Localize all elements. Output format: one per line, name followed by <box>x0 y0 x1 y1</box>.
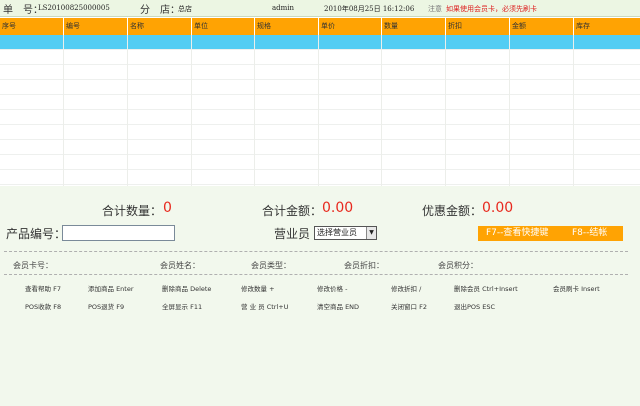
divider <box>4 251 628 252</box>
column-divider <box>127 35 128 200</box>
total-amount-value: 0.00 <box>322 200 354 216</box>
order-no-label: 单 号： <box>3 5 43 16</box>
table-row[interactable] <box>0 50 640 65</box>
column-divider <box>318 35 319 200</box>
hotkey-delete-member: 删除会员 Ctrl+Insert <box>454 285 518 293</box>
hotkey-fullscreen: 全屏显示 F11 <box>162 303 203 311</box>
hotkey-add-product: 添加商品 Enter <box>88 285 134 293</box>
discount-amount-label: 优惠金额： <box>422 204 483 218</box>
table-header: 序号 编号 名称 单位 规格 单价 数量 折扣 金额 库存 <box>0 18 640 35</box>
table-row[interactable] <box>0 80 640 95</box>
clerk-label: 营业员 <box>274 227 311 241</box>
column-divider <box>254 35 255 200</box>
order-no-value: LS20100825000005 <box>38 4 110 12</box>
total-amount-label: 合计金额： <box>262 204 323 218</box>
table-row[interactable] <box>0 95 640 110</box>
table-row[interactable] <box>0 140 640 155</box>
col-header-name: 名称 <box>128 18 192 35</box>
product-code-label: 产品编号： <box>6 227 67 241</box>
clerk-select-value: 选择营业员 <box>317 228 357 237</box>
table-row[interactable] <box>0 35 640 50</box>
col-header-stock: 库存 <box>576 22 590 30</box>
member-name-label: 会员姓名： <box>160 261 200 270</box>
col-header-price: 单价 <box>319 18 382 35</box>
hotkey-help: 查看帮助 F7 <box>25 285 61 293</box>
member-card-label: 会员卡号： <box>13 261 53 270</box>
hotkey-delete-product: 删除商品 Delete <box>162 285 212 293</box>
shortcut-checkout-button[interactable]: F7--查看快捷键 F8--结帐 <box>478 226 623 241</box>
col-header-qty: 数量 <box>382 18 446 35</box>
table-row[interactable] <box>0 170 640 185</box>
column-divider <box>509 35 510 200</box>
hotkey-clear-products: 清空商品 END <box>317 303 360 311</box>
hotkey-member-swipe: 会员刷卡 Insert <box>553 285 600 293</box>
note-label: 注意 <box>428 5 442 13</box>
col-header-unit: 单位 <box>192 18 255 35</box>
total-qty-label: 合计数量： <box>102 204 163 218</box>
discount-amount-value: 0.00 <box>482 200 514 216</box>
col-header-spec: 规格 <box>255 18 319 35</box>
chevron-down-icon[interactable]: ▼ <box>366 227 376 239</box>
datetime: 2010年08月25日 16:12:06 <box>324 5 415 13</box>
column-divider <box>191 35 192 200</box>
member-card-warning: 如果使用会员卡，必须先刷卡 <box>446 5 537 13</box>
member-discount-label: 会员折扣： <box>344 261 384 270</box>
clerk-select[interactable]: 选择营业员 ▼ <box>314 226 377 240</box>
member-type-label: 会员类型： <box>251 261 291 270</box>
column-divider <box>63 35 64 200</box>
table-row[interactable] <box>0 155 640 170</box>
col-header-amount: 金额 <box>510 18 574 35</box>
hotkey-exit-pos: 退出POS ESC <box>454 303 496 311</box>
col-header-code: 编号 <box>64 18 128 35</box>
column-divider <box>445 35 446 200</box>
hotkey-edit-qty: 修改数量 + <box>241 285 275 293</box>
branch-label: 分 店： <box>140 5 180 16</box>
table-row[interactable] <box>0 125 640 140</box>
table-row[interactable] <box>0 65 640 80</box>
hotkey-close-window: 关闭窗口 F2 <box>391 303 427 311</box>
user-name: admin <box>272 4 295 12</box>
member-points-label: 会员积分： <box>438 261 478 270</box>
hotkey-edit-price: 修改价格 - <box>317 285 348 293</box>
total-qty-value: 0 <box>163 200 172 216</box>
branch-value: 总店 <box>178 5 192 13</box>
order-info-bar: 单 号： LS20100825000005 分 店： 总店 admin 2010… <box>0 0 640 17</box>
column-divider <box>573 35 574 200</box>
checkout-panel <box>0 186 640 406</box>
hotkey-pos-checkout: POS收款 F8 <box>25 303 62 311</box>
column-divider <box>381 35 382 200</box>
hotkey-pos-return: POS退货 F9 <box>88 303 125 311</box>
view-shortcuts-label[interactable]: F7--查看快捷键 <box>486 226 548 241</box>
col-header-discount: 折扣 <box>446 18 510 35</box>
product-code-input[interactable] <box>62 225 175 241</box>
hotkey-clerk: 营 业 员 Ctrl+U <box>241 303 289 311</box>
table-row[interactable] <box>0 110 640 125</box>
hotkey-edit-discount: 修改折扣 / <box>391 285 422 293</box>
divider <box>4 274 628 275</box>
checkout-label[interactable]: F8--结帐 <box>572 226 607 241</box>
col-header-seq: 序号 <box>0 18 64 35</box>
